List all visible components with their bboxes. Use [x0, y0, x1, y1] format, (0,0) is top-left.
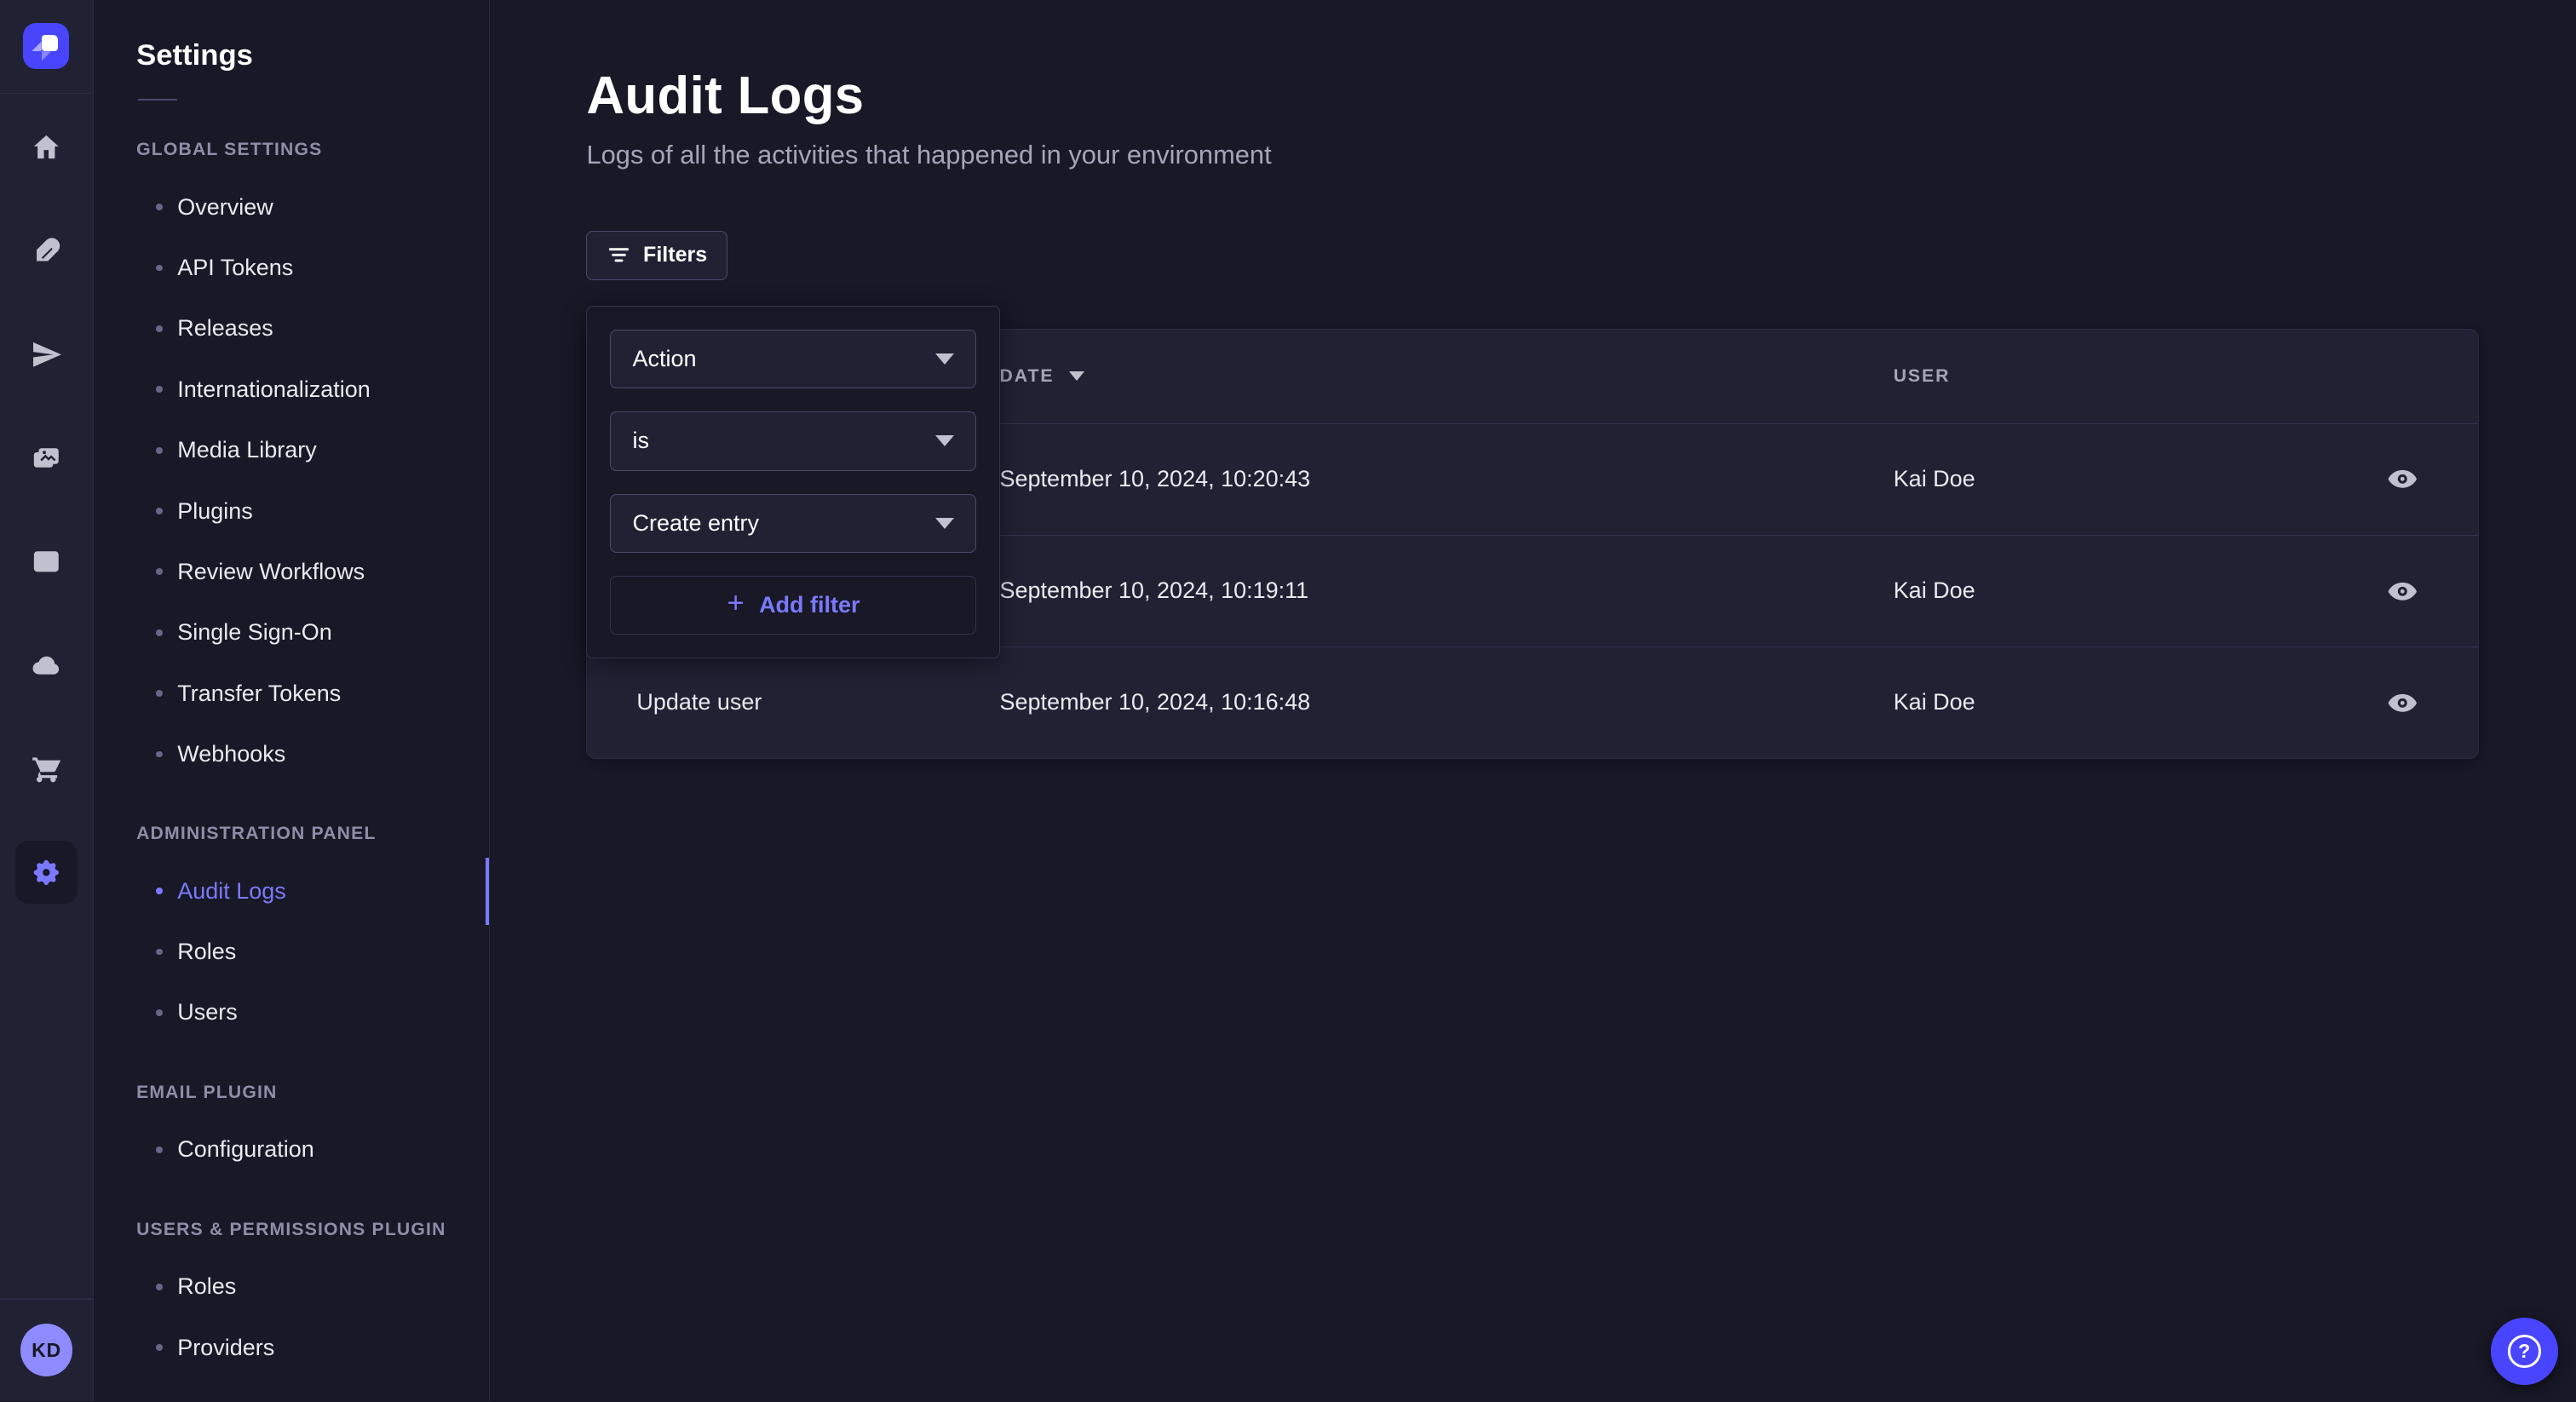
sidebar-item-internationalization[interactable]: Internationalization — [136, 359, 489, 420]
eye-icon — [2386, 463, 2419, 496]
page-title: Audit Logs — [586, 66, 2576, 126]
gear-icon-settings-active[interactable] — [15, 841, 78, 903]
section-label: EMAIL PLUGIN — [136, 1083, 489, 1103]
filter-attribute-select[interactable]: Action — [610, 330, 976, 388]
filter-popover: Action is Create entry + Add filter — [586, 306, 1000, 659]
user-avatar[interactable]: KD — [20, 1324, 73, 1376]
bullet-icon — [156, 204, 163, 210]
eye-icon — [2386, 687, 2419, 720]
main-content: Audit Logs Logs of all the activities th… — [490, 0, 2576, 1401]
sidebar-item-users[interactable]: Users — [136, 982, 489, 1043]
section-administration-panel: ADMINISTRATION PANEL Audit Logs Roles Us… — [136, 824, 489, 1043]
section-label: ADMINISTRATION PANEL — [136, 824, 489, 844]
section-global-settings: GLOBAL SETTINGS Overview API Tokens Rele… — [136, 140, 489, 784]
section-label: USERS & PERMISSIONS PLUGIN — [136, 1220, 489, 1240]
view-details-button[interactable] — [2377, 453, 2429, 506]
bullet-icon — [156, 325, 163, 332]
filter-operator-select[interactable]: is — [610, 411, 976, 470]
bullet-icon — [156, 751, 163, 758]
add-filter-button[interactable]: + Add filter — [610, 576, 976, 635]
cloud-icon[interactable] — [15, 634, 78, 696]
table-row[interactable]: Update user September 10, 2024, 10:16:48… — [587, 646, 2478, 758]
sidebar-item-audit-logs[interactable]: Audit Logs — [136, 861, 489, 922]
bullet-icon — [156, 447, 163, 454]
bullet-icon — [156, 1344, 163, 1351]
help-button[interactable]: ? — [2491, 1318, 2558, 1385]
question-mark-icon: ? — [2508, 1335, 2541, 1368]
strapi-logo-icon — [23, 23, 69, 69]
main-nav-rail: KD — [0, 0, 94, 1401]
filters-button[interactable]: Filters — [586, 231, 727, 280]
subnav-title-divider — [138, 99, 177, 101]
section-label: GLOBAL SETTINGS — [136, 140, 489, 160]
chevron-down-icon — [935, 353, 954, 365]
bullet-icon — [156, 1284, 163, 1290]
sort-desc-icon — [1069, 371, 1084, 381]
images-icon[interactable] — [15, 427, 78, 489]
section-email-plugin: EMAIL PLUGIN Configuration — [136, 1083, 489, 1181]
sidebar-item-roles-up[interactable]: Roles — [136, 1256, 489, 1317]
eye-icon — [2386, 575, 2419, 608]
home-icon[interactable] — [15, 117, 78, 179]
filter-lines-icon — [607, 245, 630, 265]
bullet-icon — [156, 888, 163, 894]
subnav-title: Settings — [136, 39, 489, 72]
bullet-icon — [156, 629, 163, 636]
sidebar-item-providers[interactable]: Providers — [136, 1317, 489, 1377]
sidebar-item-configuration[interactable]: Configuration — [136, 1119, 489, 1180]
sidebar-item-media-library[interactable]: Media Library — [136, 420, 489, 480]
page-subtitle: Logs of all the activities that happened… — [586, 140, 2576, 170]
strapi-logo-button[interactable] — [0, 0, 93, 94]
view-details-button[interactable] — [2377, 676, 2429, 729]
sidebar-item-api-tokens[interactable]: API Tokens — [136, 238, 489, 298]
sidebar-item-overview[interactable]: Overview — [136, 177, 489, 238]
strapi-admin-app: KD Settings GLOBAL SETTINGS Overview API… — [0, 0, 2576, 1401]
feather-icon[interactable] — [15, 220, 78, 282]
bullet-icon — [156, 265, 163, 272]
bullet-icon — [156, 949, 163, 956]
bullet-icon — [156, 386, 163, 393]
layout-icon[interactable] — [15, 531, 78, 593]
filter-value-select[interactable]: Create entry — [610, 494, 976, 553]
bullet-icon — [156, 690, 163, 697]
bullet-icon — [156, 568, 163, 575]
plus-icon: + — [727, 589, 744, 618]
sidebar-item-plugins[interactable]: Plugins — [136, 480, 489, 541]
sidebar-item-transfer-tokens[interactable]: Transfer Tokens — [136, 663, 489, 723]
bullet-icon — [156, 1009, 163, 1016]
chevron-down-icon — [935, 518, 954, 529]
bullet-icon — [156, 508, 163, 514]
cart-icon[interactable] — [15, 738, 78, 800]
view-details-button[interactable] — [2377, 565, 2429, 618]
sidebar-item-single-sign-on[interactable]: Single Sign-On — [136, 602, 489, 663]
bullet-icon — [156, 1146, 163, 1153]
send-icon[interactable] — [15, 324, 78, 386]
sidebar-item-roles-admin[interactable]: Roles — [136, 922, 489, 982]
sidebar-item-review-workflows[interactable]: Review Workflows — [136, 542, 489, 602]
settings-subnav: Settings GLOBAL SETTINGS Overview API To… — [94, 0, 490, 1401]
section-users-permissions-plugin: USERS & PERMISSIONS PLUGIN Roles Provide… — [136, 1220, 489, 1378]
sidebar-item-webhooks[interactable]: Webhooks — [136, 724, 489, 784]
rail-divider — [0, 1298, 93, 1300]
column-header-user: USER — [1894, 366, 2334, 387]
chevron-down-icon — [935, 435, 954, 446]
sidebar-item-releases[interactable]: Releases — [136, 298, 489, 359]
column-header-date[interactable]: DATE — [1000, 366, 1894, 387]
